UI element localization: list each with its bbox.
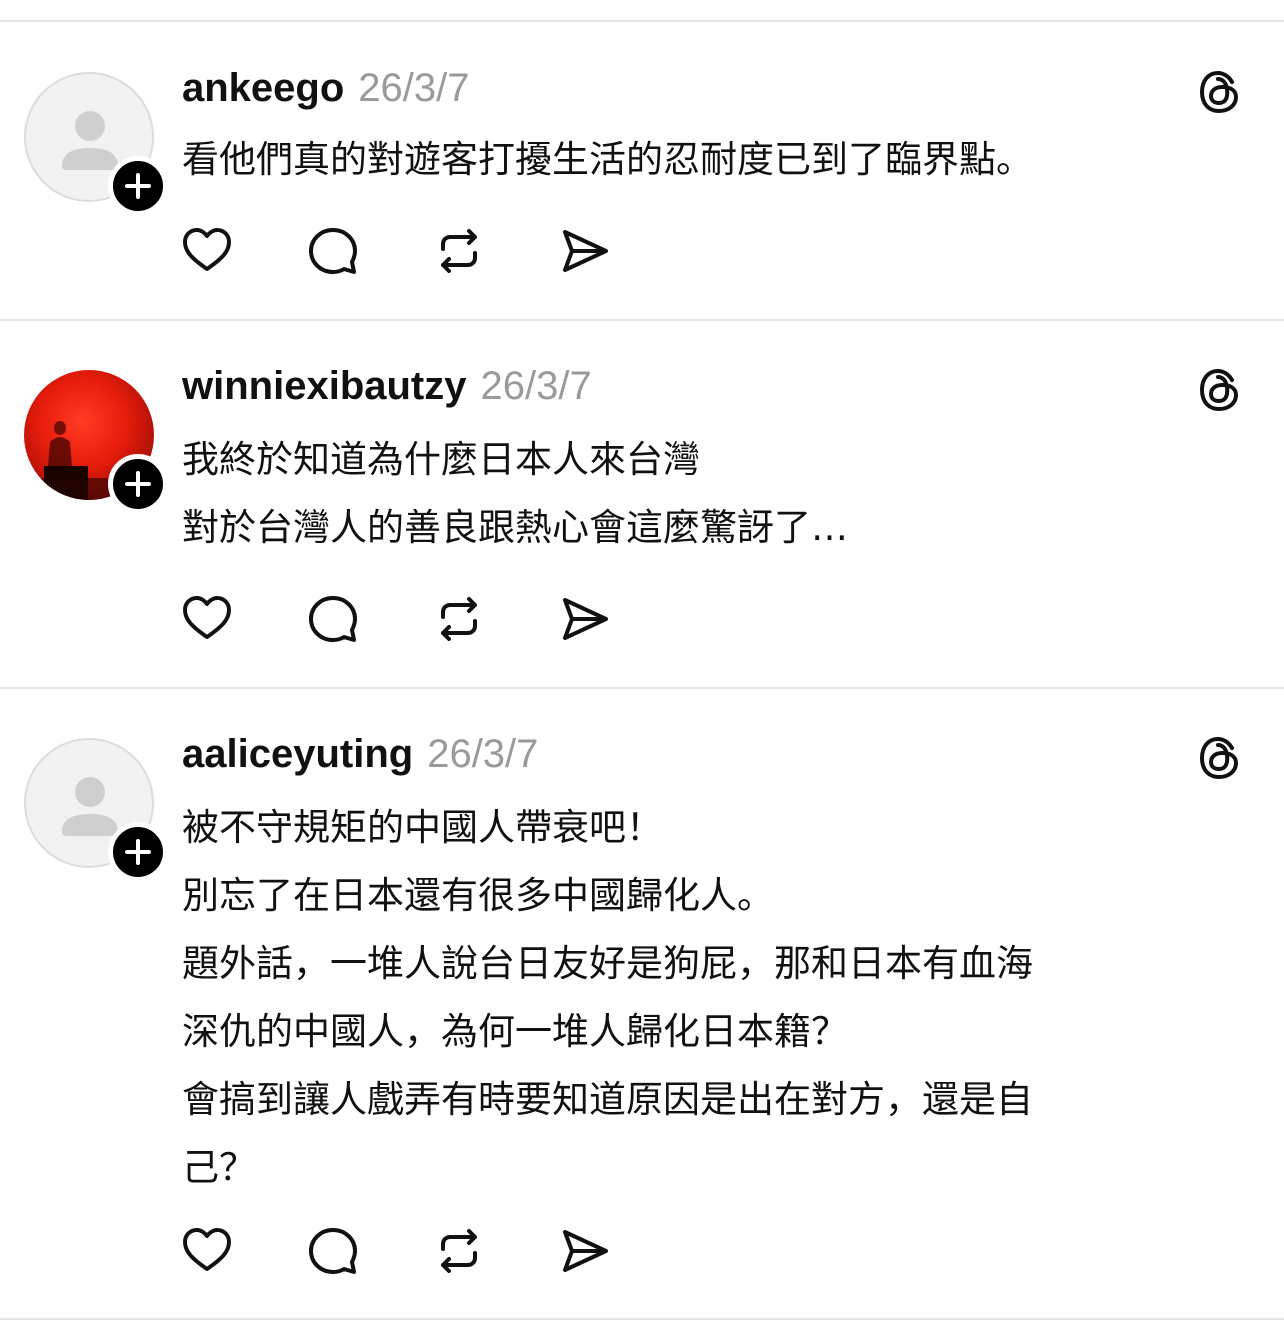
- heart-icon: [183, 596, 231, 639]
- share-button[interactable]: [558, 592, 612, 646]
- like-button[interactable]: [180, 1224, 234, 1278]
- comment-icon: [309, 596, 357, 642]
- timestamp: 26/3/7: [480, 364, 592, 408]
- follow-button[interactable]: [108, 454, 168, 514]
- send-icon: [563, 1230, 608, 1272]
- heart-icon: [183, 228, 231, 271]
- follow-button[interactable]: [108, 822, 168, 882]
- like-button[interactable]: [180, 592, 234, 646]
- repost-icon: [441, 229, 477, 273]
- repost-button[interactable]: [432, 1224, 486, 1278]
- username[interactable]: winniexibautzy: [182, 364, 467, 409]
- avatar[interactable]: [24, 370, 168, 514]
- post-text-line: 被不守規矩的中國人帶衰吧！: [182, 806, 663, 849]
- post-header: ankeego 26/3/7: [182, 66, 470, 111]
- post-text-line: 別忘了在日本還有很多中國歸化人。: [182, 874, 774, 917]
- plus-icon: [125, 471, 151, 497]
- post-text-line: 對於台灣人的善良跟熱心會這麼驚訝了…: [182, 506, 848, 549]
- send-icon: [563, 598, 608, 640]
- divider-2: [0, 687, 1284, 689]
- share-button[interactable]: [558, 224, 612, 278]
- repost-icon: [441, 1229, 477, 1273]
- plus-icon: [125, 173, 151, 199]
- timestamp: 26/3/7: [427, 732, 539, 776]
- post-body: 被不守規矩的中國人帶衰吧！ 別忘了在日本還有很多中國歸化人。 題外話，一堆人說台…: [182, 794, 1222, 1202]
- avatar[interactable]: [24, 72, 168, 216]
- post-header: aaliceyuting 26/3/7: [182, 732, 538, 777]
- repost-button[interactable]: [432, 224, 486, 278]
- timestamp: 26/3/7: [358, 66, 470, 110]
- divider-top: [0, 20, 1284, 22]
- username[interactable]: aaliceyuting: [182, 732, 413, 777]
- like-button[interactable]: [180, 224, 234, 278]
- plus-icon: [125, 839, 151, 865]
- heart-icon: [183, 1228, 231, 1271]
- repost-icon: [441, 597, 477, 641]
- reply-button[interactable]: [306, 1224, 360, 1278]
- send-icon: [563, 230, 608, 272]
- repost-button[interactable]: [432, 592, 486, 646]
- threads-logo-icon: [1200, 737, 1238, 779]
- post-body: 我終於知道為什麼日本人來台灣 對於台灣人的善良跟熱心會這麼驚訝了…: [182, 426, 1222, 562]
- reply-button[interactable]: [306, 224, 360, 278]
- post-text-line: 看他們真的對遊客打擾生活的忍耐度已到了臨界點。: [182, 138, 1033, 181]
- post-text-line: 深仇的中國人，為何一堆人歸化日本籍？: [182, 1010, 848, 1053]
- threads-logo-icon: [1200, 71, 1238, 113]
- share-button[interactable]: [558, 1224, 612, 1278]
- avatar[interactable]: [24, 738, 168, 882]
- reply-button[interactable]: [306, 592, 360, 646]
- post-text-line: 題外話，一堆人說台日友好是狗屁，那和日本有血海: [182, 942, 1033, 985]
- post-text-line: 我終於知道為什麼日本人來台灣: [182, 438, 700, 481]
- comment-icon: [309, 228, 357, 274]
- post-body: 看他們真的對遊客打擾生活的忍耐度已到了臨界點。: [182, 126, 1222, 194]
- comment-icon: [309, 1228, 357, 1274]
- post-text-line: 會搞到讓人戲弄有時要知道原因是出在對方，還是自: [182, 1078, 1033, 1121]
- divider-bottom: [0, 1318, 1284, 1320]
- threads-logo-icon: [1200, 369, 1238, 411]
- follow-button[interactable]: [108, 156, 168, 216]
- username[interactable]: ankeego: [182, 66, 344, 111]
- post-text-line: 己？: [182, 1146, 256, 1189]
- post-header: winniexibautzy 26/3/7: [182, 364, 592, 409]
- divider-1: [0, 319, 1284, 321]
